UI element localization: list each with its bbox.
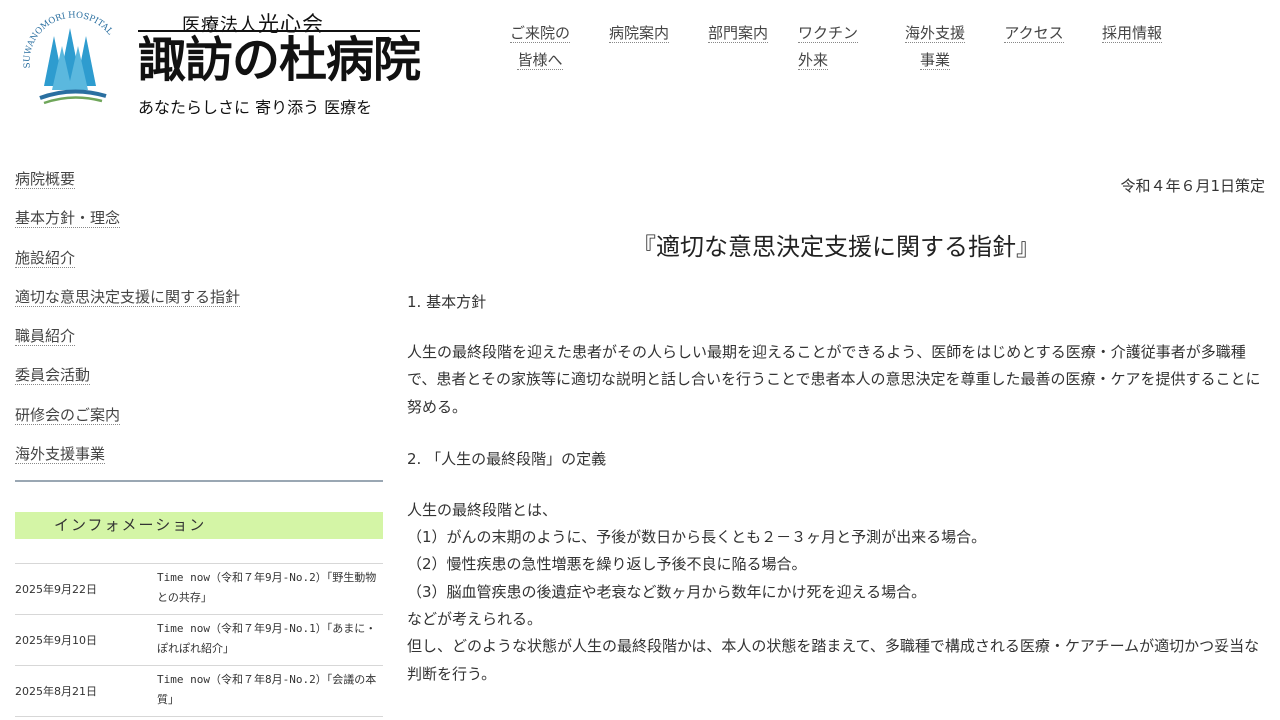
- gnav-label: 部門案内: [707, 24, 768, 43]
- news-item: 2025年9月10日 Time now（令和７年9月-No.1）「あまに・ぽれぽ…: [15, 615, 383, 666]
- gnav-label: 皆様へ: [517, 51, 563, 70]
- gnav-item-recruit[interactable]: 採用情報: [1101, 20, 1163, 47]
- sidebar-item-overseas[interactable]: 海外支援事業: [15, 439, 383, 478]
- sidebar-item-label: 委員会活動: [15, 366, 91, 386]
- gnav-label: 海外支援: [904, 24, 965, 43]
- news-item: 2025年8月21日 Time now（令和７年8月-No.2）「会議の本質」: [15, 666, 383, 717]
- gnav-item-vaccine[interactable]: ワクチン 外来: [798, 20, 862, 74]
- definition-item: （3）脳血管疾患の後遺症や老衰など数ヶ月から数年にかけ死を迎える場合。: [407, 582, 927, 601]
- sidebar-item-label: 施設紹介: [15, 248, 76, 268]
- gnav-label: ワクチン: [798, 24, 859, 43]
- news-item: 2025年9月22日 Time now（令和７年9月-No.2）「野生動物との共…: [15, 564, 383, 615]
- gnav-item-visitors[interactable]: ご来院の 皆様へ: [510, 20, 571, 74]
- sidebar-item-label: 基本方針・理念: [15, 209, 121, 229]
- news-date: 2025年9月22日: [15, 583, 97, 596]
- gnav-label: 採用情報: [1101, 24, 1162, 43]
- sidebar-item-decision-support[interactable]: 適切な意思決定支援に関する指針: [15, 282, 383, 321]
- gnav-item-overseas[interactable]: 海外支援 事業: [904, 20, 966, 74]
- definition-item: （1）がんの末期のように、予後が数日から長くとも２－３ヶ月と予測が出来る場合。: [407, 528, 987, 547]
- gnav-label: 病院案内: [608, 24, 669, 43]
- sidebar-item-overview[interactable]: 病院概要: [15, 164, 383, 203]
- site-header: SUWANOMORI HOSPITAL 医療法人光心会 諏訪の杜病院 あなたらし…: [0, 0, 1280, 130]
- sidebar-nav: 病院概要 基本方針・理念 施設紹介 適切な意思決定支援に関する指針 職員紹介 委…: [15, 164, 383, 478]
- gnav-label: 事業: [919, 51, 950, 70]
- definition-intro: 人生の最終段階とは、: [407, 500, 558, 519]
- sidebar-item-label: 海外支援事業: [15, 445, 106, 465]
- sidebar-item-label: 病院概要: [15, 170, 76, 189]
- gnav-label: ご来院の: [510, 24, 571, 43]
- section-paragraph: 人生の最終段階を迎えた患者がその人らしい最期を迎えることができるよう、医師をはじ…: [407, 343, 1261, 416]
- info-heading: インフォメーション: [15, 512, 383, 539]
- news-date: 2025年9月10日: [15, 634, 97, 647]
- main-content: 令和４年６月1日策定 『適切な意思決定支援に関する指針』 1. 基本方針 人生の…: [407, 170, 1265, 688]
- gnav-label: アクセス: [1004, 24, 1064, 43]
- gnav-label: 外来: [798, 51, 829, 70]
- sidebar-divider: [15, 480, 383, 482]
- news-title-link[interactable]: Time now（令和７年9月-No.1）「あまに・ぽれぽれ紹介」: [157, 619, 379, 659]
- sidebar-item-label: 適切な意思決定支援に関する指針: [15, 287, 241, 307]
- section-heading: 1. 基本方針: [407, 293, 487, 311]
- gnav-item-access[interactable]: アクセス: [1003, 20, 1065, 47]
- sidebar-item-staff[interactable]: 職員紹介: [15, 321, 383, 360]
- sidebar-item-training[interactable]: 研修会のご案内: [15, 400, 383, 439]
- news-title-link[interactable]: Time now（令和７年9月-No.2）「野生動物との共存」: [157, 568, 379, 608]
- sidebar-item-label: 職員紹介: [15, 327, 76, 347]
- definition-outro: などが考えられる。: [407, 610, 543, 629]
- forest-emblem-icon: SUWANOMORI HOSPITAL: [22, 10, 115, 105]
- definition-item: （2）慢性疾患の急性増悪を繰り返し予後不良に陥る場合。: [407, 555, 807, 574]
- sidebar-item-label: 研修会のご案内: [15, 405, 121, 425]
- page-title: 『適切な意思決定支援に関する指針』: [632, 233, 1040, 261]
- sidebar-item-committee[interactable]: 委員会活動: [15, 360, 383, 399]
- sidebar-item-policy[interactable]: 基本方針・理念: [15, 203, 383, 242]
- hospital-tagline: あなたらしさに 寄り添う 医療を: [138, 98, 373, 117]
- gnav-item-hospital-guide[interactable]: 病院案内: [608, 20, 670, 47]
- hospital-logo[interactable]: SUWANOMORI HOSPITAL 医療法人光心会 諏訪の杜病院 あなたらし…: [14, 4, 421, 120]
- enactment-date: 令和４年６月1日策定: [1120, 177, 1265, 195]
- sidebar-item-facilities[interactable]: 施設紹介: [15, 243, 383, 282]
- news-date: 2025年8月21日: [15, 685, 97, 698]
- section-heading: 2. 「人生の最終段階」の定義: [407, 449, 607, 468]
- news-list: 2025年9月22日 Time now（令和７年9月-No.2）「野生動物との共…: [15, 563, 383, 717]
- gnav-item-departments[interactable]: 部門案内: [707, 20, 769, 47]
- hospital-name: 諏訪の杜病院: [138, 30, 421, 88]
- news-title-link[interactable]: Time now（令和７年8月-No.2）「会議の本質」: [157, 670, 379, 710]
- definition-note: 但し、どのような状態が人生の最終段階かは、本人の状態を踏まえて、多職種で構成され…: [407, 637, 1260, 683]
